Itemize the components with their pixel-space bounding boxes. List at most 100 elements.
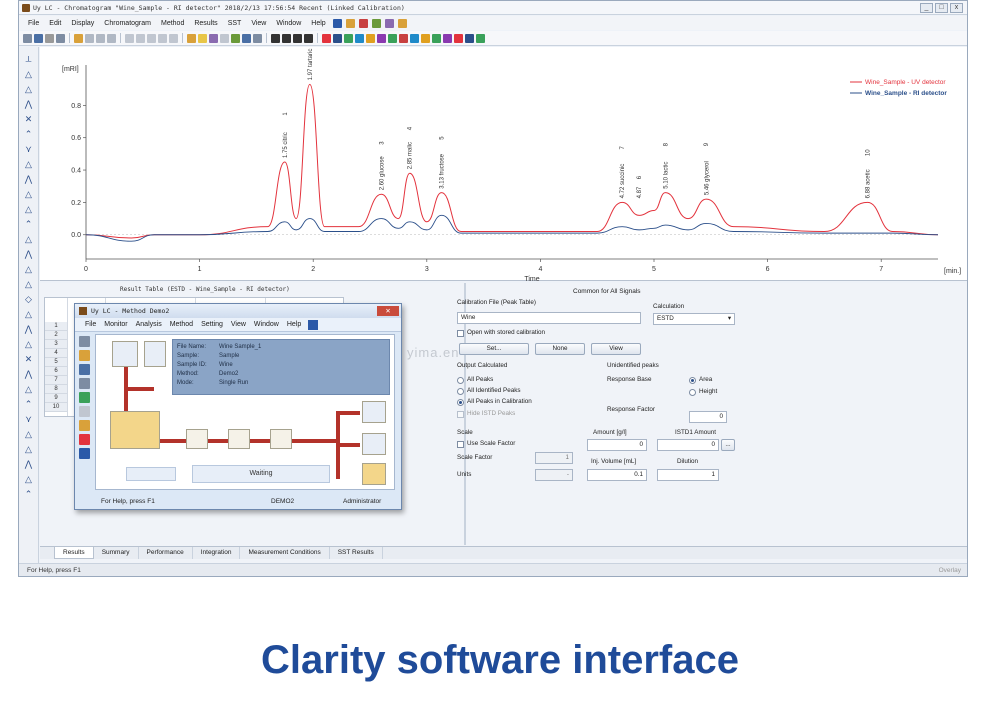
height-radio[interactable] <box>689 389 696 396</box>
overlay-icon[interactable] <box>209 33 218 43</box>
units-field[interactable]: - <box>535 469 573 481</box>
table-row[interactable]: 10 <box>45 403 67 412</box>
sampler-icon[interactable] <box>144 341 166 367</box>
scale-icon[interactable] <box>220 33 229 43</box>
print-icon[interactable] <box>56 33 65 43</box>
integration-tool-icon[interactable]: ⌃ <box>23 218 35 230</box>
menu-help[interactable]: Help <box>306 20 330 27</box>
table-row[interactable]: 6 <box>45 367 67 376</box>
last-icon[interactable] <box>304 33 313 43</box>
table-row[interactable]: 1 <box>45 322 67 331</box>
color-navy-icon[interactable] <box>465 33 474 43</box>
area-radio[interactable] <box>689 377 696 384</box>
peak-icon[interactable] <box>253 33 262 43</box>
integration-tool-icon[interactable]: △ <box>23 188 35 200</box>
integration-tool-icon[interactable]: △ <box>23 158 35 170</box>
color-violet-icon[interactable] <box>443 33 452 43</box>
view-button[interactable]: View <box>591 343 641 355</box>
integration-tool-icon[interactable]: △ <box>23 263 35 275</box>
integration-tool-icon[interactable]: △ <box>23 308 35 320</box>
dilution-field[interactable]: 1 <box>657 469 719 481</box>
paste-icon[interactable] <box>96 33 105 43</box>
color-blue2-icon[interactable] <box>410 33 419 43</box>
integration-tool-icon[interactable]: △ <box>23 473 35 485</box>
highlight-icon[interactable] <box>198 33 207 43</box>
inj-volume-field[interactable]: 0.1 <box>587 469 647 481</box>
tab-results[interactable]: Results <box>54 547 94 559</box>
method-menu-method[interactable]: Method <box>166 321 197 328</box>
integration-tool-icon[interactable]: ◇ <box>23 293 35 305</box>
method-menu-setting[interactable]: Setting <box>197 321 227 328</box>
integration-tool-icon[interactable]: ⌃ <box>23 128 35 140</box>
color-green2-icon[interactable] <box>388 33 397 43</box>
integration-tool-icon[interactable]: △ <box>23 383 35 395</box>
calibration-file-field[interactable]: Wine <box>457 312 641 324</box>
minimize-button[interactable]: _ <box>920 3 933 13</box>
integration-tool-icon[interactable]: ⋀ <box>23 458 35 470</box>
redo-icon[interactable] <box>136 33 145 43</box>
open-stored-checkbox[interactable] <box>457 330 464 337</box>
zoom-in-icon[interactable] <box>147 33 156 43</box>
method-menu-analysis[interactable]: Analysis <box>132 321 166 328</box>
table-row[interactable]: 4 <box>45 349 67 358</box>
table-row[interactable]: 3 <box>45 340 67 349</box>
color-red-icon[interactable] <box>322 33 331 43</box>
color-cyan-icon[interactable] <box>355 33 364 43</box>
integration-tool-icon[interactable]: ⋎ <box>23 413 35 425</box>
calibration-icon[interactable] <box>384 18 394 28</box>
color-orange-icon[interactable] <box>366 33 375 43</box>
results-icon[interactable] <box>362 463 386 485</box>
table-row[interactable]: 9 <box>45 394 67 403</box>
none-button[interactable]: None <box>535 343 585 355</box>
save-icon[interactable] <box>79 364 90 375</box>
menu-edit[interactable]: Edit <box>44 20 66 27</box>
table-row[interactable]: 7 <box>45 376 67 385</box>
menu-window[interactable]: Window <box>271 20 306 27</box>
method-menu-view[interactable]: View <box>227 321 250 328</box>
undo-icon[interactable] <box>125 33 134 43</box>
integration-tool-icon[interactable]: △ <box>23 443 35 455</box>
menu-sst[interactable]: SST <box>223 20 247 27</box>
table-row[interactable]: 8 <box>45 385 67 394</box>
calibration-icon[interactable] <box>362 433 386 455</box>
next-icon[interactable] <box>293 33 302 43</box>
zoom-out-icon[interactable] <box>158 33 167 43</box>
hide-istd-checkbox[interactable] <box>457 411 464 418</box>
color-green4-icon[interactable] <box>476 33 485 43</box>
response-factor-field[interactable]: 0 <box>689 411 727 423</box>
injector-icon[interactable] <box>112 341 138 367</box>
integration-tool-icon[interactable]: ⟂ <box>23 53 35 65</box>
integration-tool-icon[interactable]: △ <box>23 278 35 290</box>
method-menu-window[interactable]: Window <box>250 321 283 328</box>
menu-display[interactable]: Display <box>66 20 99 27</box>
pump-icon[interactable] <box>110 411 160 449</box>
detector-icon[interactable] <box>228 429 250 449</box>
help-icon[interactable] <box>332 18 342 28</box>
identified-peaks-radio[interactable] <box>457 388 464 395</box>
zoom-reset-icon[interactable] <box>169 33 178 43</box>
color-green-icon[interactable] <box>344 33 353 43</box>
all-peaks-radio[interactable] <box>457 377 464 384</box>
color-green3-icon[interactable] <box>432 33 441 43</box>
integration-tool-icon[interactable]: ⋎ <box>23 143 35 155</box>
menu-view[interactable]: View <box>246 20 271 27</box>
menu-method[interactable]: Method <box>156 20 189 27</box>
method-menu-monitor[interactable]: Monitor <box>100 321 131 328</box>
integration-tool-icon[interactable]: △ <box>23 233 35 245</box>
cursor-icon[interactable] <box>187 33 196 43</box>
first-icon[interactable] <box>271 33 280 43</box>
scale-factor-field[interactable]: 1 <box>535 452 573 464</box>
menu-results[interactable]: Results <box>189 20 222 27</box>
save-icon[interactable] <box>34 33 43 43</box>
tab-measurement-conditions[interactable]: Measurement Conditions <box>240 547 330 559</box>
tab-sst-results[interactable]: SST Results <box>330 547 383 559</box>
tab-integration[interactable]: Integration <box>193 547 241 559</box>
color-purple-icon[interactable] <box>377 33 386 43</box>
integration-tool-icon[interactable]: ⋀ <box>23 323 35 335</box>
new-icon[interactable] <box>79 336 90 347</box>
maximize-button[interactable]: □ <box>935 3 948 13</box>
sequence-icon[interactable] <box>79 406 90 417</box>
integration-tool-icon[interactable]: ⌃ <box>23 398 35 410</box>
menu-file[interactable]: File <box>23 20 44 27</box>
integration-tool-icon[interactable]: ⋀ <box>23 173 35 185</box>
